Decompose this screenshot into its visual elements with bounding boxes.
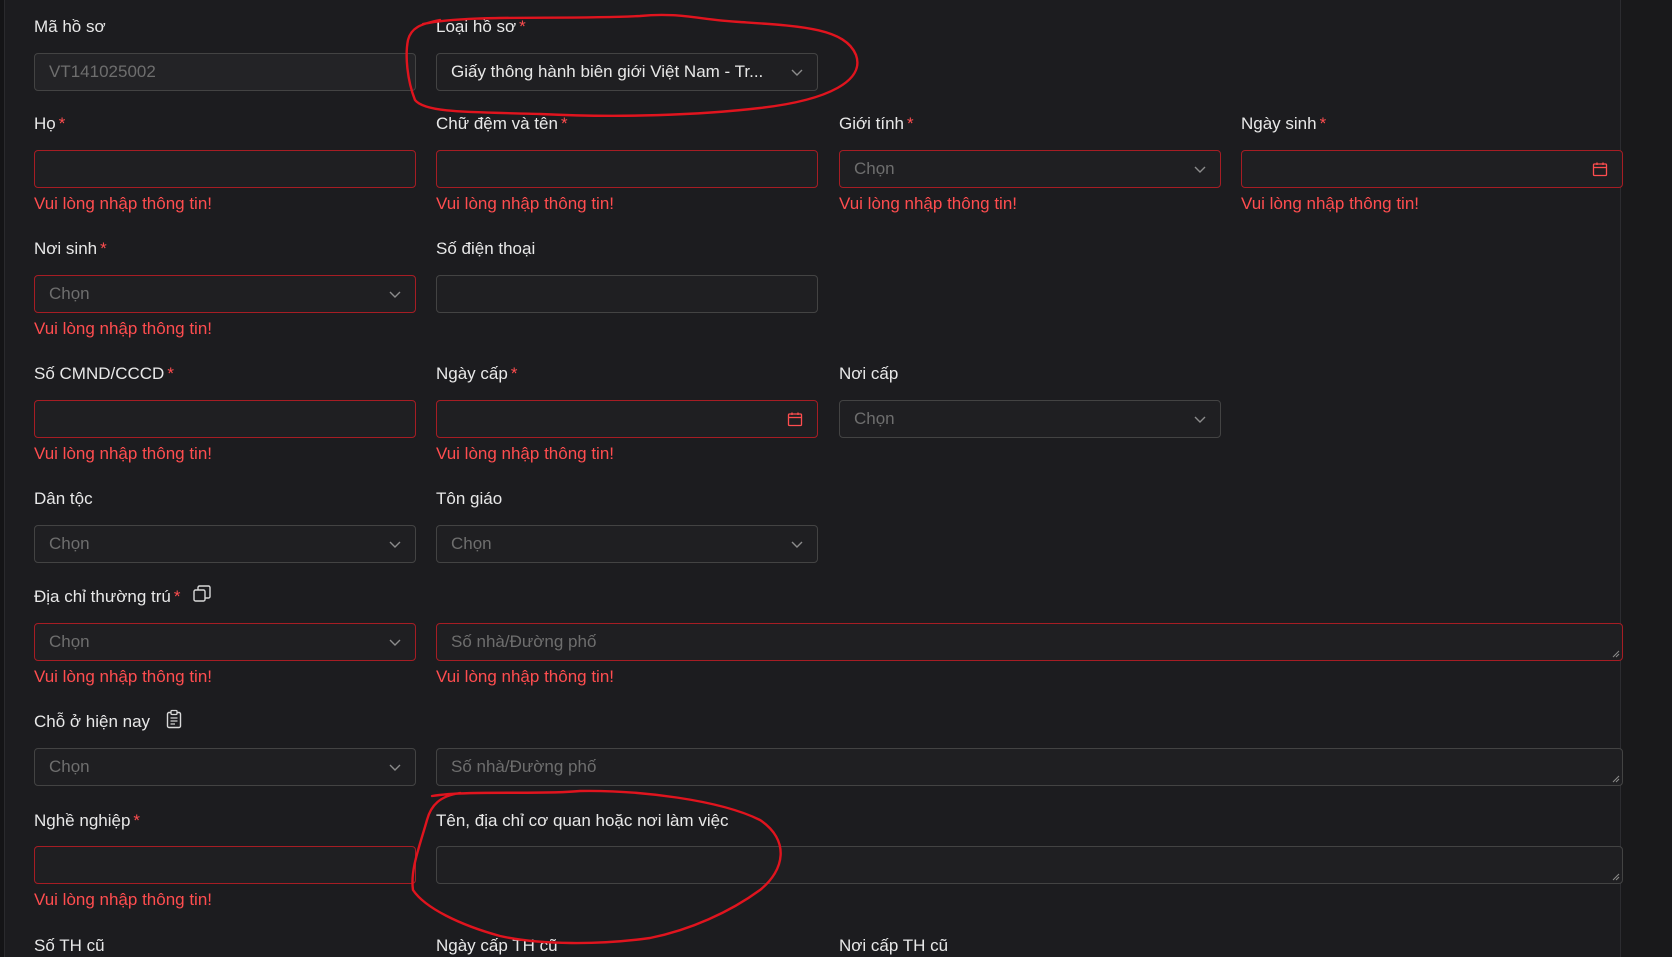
dia-chi-thuong-tru-label: Địa chỉ thường trú * [34,587,181,606]
chevron-down-icon [389,639,401,646]
annotation-overlay [405,13,859,945]
ngay-cap-datepicker[interactable] [436,400,818,438]
chu-dem-ten-error: Vui lòng nhập thông tin! [436,194,615,213]
cho-o-hien-nay-street-input[interactable]: Số nhà/Đường phố [436,748,1623,786]
chevron-down-icon [791,69,803,76]
noi-cap-th-cu-label: Nơi cấp TH cũ [839,936,949,955]
dan-toc-select[interactable]: Chọn [34,525,416,563]
so-dien-thoai-input[interactable] [436,275,818,313]
ngay-sinh-error: Vui lòng nhập thông tin! [1241,194,1420,213]
resize-handle-icon[interactable] [1612,873,1620,881]
so-cmnd-label: Số CMND/CCCD * [34,364,174,383]
cho-o-hien-nay-label: Chỗ ở hiện nay [34,712,151,731]
left-edge [0,0,5,957]
ngay-cap-error: Vui lòng nhập thông tin! [436,444,615,463]
dia-chi-thuong-tru-select[interactable]: Chọn [34,623,416,661]
so-dien-thoai-label: Số điện thoại [436,239,536,258]
nghe-nghiep-input[interactable] [34,846,416,884]
chu-dem-ten-label: Chữ đệm và tên * [436,114,568,133]
chevron-down-icon [1194,416,1206,423]
chevron-down-icon [389,541,401,548]
noi-cap-select[interactable]: Chọn [839,400,1221,438]
dan-toc-label: Dân tộc [34,489,93,508]
gioi-tinh-select[interactable]: Chọn [839,150,1221,188]
so-th-cu-label: Số TH cũ [34,936,105,955]
calendar-icon[interactable] [787,411,803,427]
chevron-down-icon [1194,166,1206,173]
chevron-down-icon [389,291,401,298]
loai-ho-so-label: Loại hồ sơ * [436,17,526,36]
clipboard-icon[interactable] [164,709,184,729]
resize-handle-icon[interactable] [1612,775,1620,783]
ma-ho-so-input: VT141025002 [34,53,416,91]
ngay-sinh-label: Ngày sinh * [1241,114,1327,133]
gioi-tinh-error: Vui lòng nhập thông tin! [839,194,1018,213]
noi-cap-label: Nơi cấp [839,364,899,383]
chu-dem-ten-input[interactable] [436,150,818,188]
ho-label: Họ * [34,114,66,133]
co-quan-input[interactable] [436,846,1623,884]
dia-chi-thuong-tru-street-input[interactable]: Số nhà/Đường phố [436,623,1623,661]
chevron-down-icon [389,764,401,771]
ton-giao-select[interactable]: Chọn [436,525,818,563]
ngay-cap-label: Ngày cấp * [436,364,518,383]
ton-giao-label: Tôn giáo [436,489,503,508]
ho-error: Vui lòng nhập thông tin! [34,194,213,213]
noi-sinh-label: Nơi sinh * [34,239,107,258]
nghe-nghiep-error: Vui lòng nhập thông tin! [34,890,213,909]
nghe-nghiep-label: Nghề nghiệp * [34,811,141,830]
cho-o-hien-nay-select[interactable]: Chọn [34,748,416,786]
co-quan-label: Tên, địa chỉ cơ quan hoặc nơi làm việc [436,811,729,830]
ho-input[interactable] [34,150,416,188]
noi-sinh-error: Vui lòng nhập thông tin! [34,319,213,338]
so-cmnd-error: Vui lòng nhập thông tin! [34,444,213,463]
chevron-down-icon [791,541,803,548]
resize-handle-icon[interactable] [1612,650,1620,658]
so-cmnd-input[interactable] [34,400,416,438]
copy-icon[interactable] [192,584,212,604]
noi-sinh-select[interactable]: Chọn [34,275,416,313]
loai-ho-so-select[interactable]: Giấy thông hành biên giới Việt Nam - Tr.… [436,53,818,91]
right-scroll-area [1620,0,1672,957]
dia-chi-thuong-tru-error: Vui lòng nhập thông tin! [34,667,213,686]
calendar-icon[interactable] [1592,161,1608,177]
gioi-tinh-label: Giới tính * [839,114,914,133]
dia-chi-street-error: Vui lòng nhập thông tin! [436,667,615,686]
ngay-sinh-datepicker[interactable] [1241,150,1623,188]
ngay-cap-th-cu-label: Ngày cấp TH cũ [436,936,558,955]
ma-ho-so-label: Mã hồ sơ [34,17,106,36]
